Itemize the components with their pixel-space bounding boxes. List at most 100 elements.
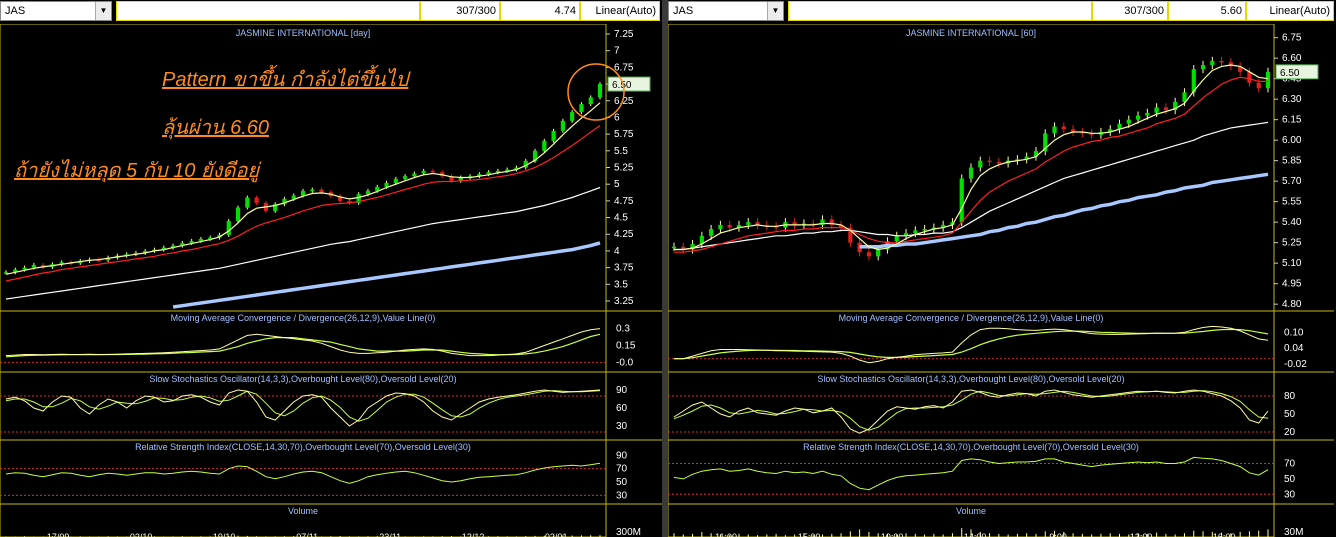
stoch-tick-label: 90 <box>616 385 628 396</box>
y-tick-label: 6 <box>614 112 620 123</box>
y-tick-label: 5.70 <box>1282 176 1302 187</box>
candle-body <box>588 97 593 105</box>
stoch-tick-label: 80 <box>1284 391 1296 402</box>
candle-body <box>1210 60 1215 65</box>
y-tick-label: 5.25 <box>1282 238 1302 249</box>
stoch-tick-label: 50 <box>1284 409 1296 420</box>
candle-body <box>245 197 250 208</box>
y-tick-label: 7 <box>614 46 620 57</box>
volume-title: Volume <box>956 506 986 516</box>
macd-tick-label: -0.0 <box>616 357 634 368</box>
y-tick-label: 5.55 <box>1282 197 1302 208</box>
y-tick-label: 5.10 <box>1282 258 1302 269</box>
y-tick-label: 6.75 <box>614 62 634 73</box>
candle-body <box>319 189 324 193</box>
macd-title: Moving Average Convergence / Divergence(… <box>171 313 436 323</box>
stoch-title: Slow Stochastics Oscillator(14,3,3),Over… <box>149 374 456 384</box>
candle-body <box>412 173 417 177</box>
last-price: 4.74 <box>500 1 580 21</box>
x-tick-label: 02/10 <box>130 532 153 537</box>
macd-line <box>5 328 601 357</box>
candle-body <box>235 207 241 221</box>
x-tick-label: 23/11 <box>379 532 401 537</box>
candle-body <box>22 267 27 270</box>
candle-body <box>579 104 584 113</box>
y-tick-label: 3.75 <box>614 263 634 274</box>
y-tick-label: 4.80 <box>1282 299 1302 310</box>
macd-tick-label: -0.02 <box>1284 359 1307 370</box>
rsi-tick-label: 50 <box>1284 474 1296 485</box>
candle-body <box>1145 112 1150 116</box>
candle-body <box>560 120 565 131</box>
y-tick-label: 4.95 <box>1282 279 1302 290</box>
y-tick-label: 6.60 <box>1282 53 1302 64</box>
chart-frame <box>0 24 607 537</box>
candle-body <box>542 140 547 151</box>
macd-tick-label: 0.10 <box>1284 327 1304 338</box>
volume-tick-label: 30M <box>1284 527 1303 537</box>
rsi-title: Relative Strength Index(CLOSE,14,30,70),… <box>803 442 1139 452</box>
daily-chart-panel: JAS ▼ 307/300 4.74 Linear(Auto) JASMINE … <box>0 0 662 537</box>
candle-body <box>1219 60 1224 63</box>
x-tick-label: 16:00 <box>1213 532 1236 537</box>
candle-body <box>671 246 677 249</box>
x-tick-label: 10:00 <box>881 532 904 537</box>
stoch-k-line <box>5 389 601 427</box>
header-blank-cell <box>116 1 420 21</box>
candle-body <box>727 224 732 228</box>
hourly-chart-svg: JASMINE INTERNATIONAL [60]6.756.606.456.… <box>668 24 1334 537</box>
panel-divider[interactable] <box>662 0 668 537</box>
candle-body <box>310 189 315 192</box>
daily-chart-svg: JASMINE INTERNATIONAL [day]7.2576.756.56… <box>0 24 662 537</box>
x-tick-label: 07/11 <box>296 532 318 537</box>
y-tick-label: 5.5 <box>614 146 628 157</box>
rsi-tick-label: 30 <box>616 490 628 501</box>
x-tick-label: 19/10 <box>213 532 236 537</box>
candle-body <box>876 249 881 257</box>
candle-body <box>1256 82 1261 89</box>
chevron-down-icon[interactable]: ▼ <box>767 2 783 20</box>
y-tick-label: 5 <box>614 179 620 190</box>
annotation-text: ถ้ายังไม่หลุด 5 กับ 10 ยังดีอยู่ <box>14 159 262 183</box>
x-tick-label: 15:00 <box>798 532 821 537</box>
stoch-tick-label: 30 <box>616 421 628 432</box>
y-tick-label: 3.25 <box>614 296 634 307</box>
candle-body <box>198 238 204 241</box>
candle-body <box>226 220 231 235</box>
candle-body <box>746 222 751 225</box>
candle-body <box>551 130 556 141</box>
symbol-selector[interactable]: JAS ▼ <box>668 1 784 21</box>
candle-body <box>1061 126 1066 130</box>
candle-body <box>894 235 899 242</box>
y-tick-label: 6.15 <box>1282 115 1302 126</box>
x-tick-label: 02/01 <box>545 532 568 537</box>
highlight-circle <box>567 63 625 121</box>
candle-body <box>709 229 714 236</box>
macd-title: Moving Average Convergence / Divergence(… <box>839 313 1104 323</box>
candle-body <box>597 84 603 98</box>
y-tick-label: 4.25 <box>614 229 634 240</box>
stoch-tick-label: 60 <box>616 403 628 414</box>
chart-title: JASMINE INTERNATIONAL [60] <box>906 28 1036 38</box>
y-tick-label: 5.75 <box>614 129 634 140</box>
macd-tick-label: 0.04 <box>1284 343 1304 354</box>
scale-mode-button[interactable]: Linear(Auto) <box>1246 1 1334 21</box>
candle-body <box>393 178 398 183</box>
candle-body <box>570 112 575 121</box>
macd-tick-label: 0.15 <box>616 341 636 352</box>
macd-line <box>674 325 1269 364</box>
x-tick-label: 9:00 <box>1049 532 1067 537</box>
symbol-label: JAS <box>5 5 26 17</box>
candle-body <box>1200 65 1206 70</box>
y-tick-label: 6.75 <box>1282 33 1302 44</box>
candle-body <box>365 190 371 195</box>
y-tick-label: 4.5 <box>614 213 628 224</box>
rsi-line <box>673 456 1269 491</box>
candle-body <box>1135 115 1141 120</box>
symbol-selector[interactable]: JAS ▼ <box>0 1 112 21</box>
chevron-down-icon[interactable]: ▼ <box>95 2 111 20</box>
symbol-label: JAS <box>673 5 694 17</box>
scale-mode-button[interactable]: Linear(Auto) <box>580 1 660 21</box>
volume-title: Volume <box>288 506 318 516</box>
hourly-chart-panel: JAS ▼ 307/300 5.60 Linear(Auto) JASMINE … <box>668 0 1336 537</box>
